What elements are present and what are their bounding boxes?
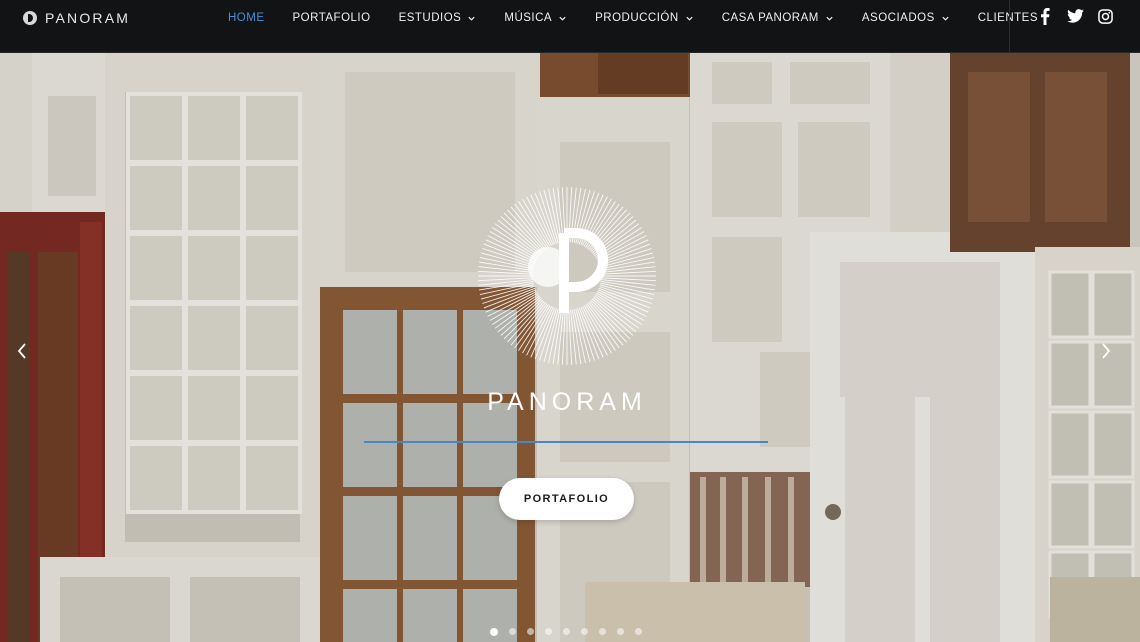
menu-item-casa-panoram[interactable]: CASA PANORAM: [708, 0, 848, 36]
menu-item-estudios[interactable]: ESTUDIOS: [385, 0, 491, 36]
chevron-down-icon: [942, 16, 949, 21]
slider-pagination: [490, 627, 642, 636]
panoram-emblem-icon: [478, 187, 656, 365]
slider-dot[interactable]: [490, 627, 498, 636]
menu-item-musica[interactable]: MÚSICA: [490, 0, 581, 36]
slider-dot[interactable]: [509, 628, 516, 635]
facebook-icon[interactable]: [1036, 7, 1054, 25]
slider-dot[interactable]: [545, 628, 552, 635]
chevron-left-icon[interactable]: [14, 340, 30, 362]
main-menu: HOME PORTAFOLIO ESTUDIOS MÚSICA PRODUCCI…: [214, 0, 1052, 36]
top-navbar: PANORAM HOME PORTAFOLIO ESTUDIOS MÚSICA …: [0, 0, 1140, 53]
chevron-down-icon: [826, 16, 833, 21]
chevron-down-icon: [559, 16, 566, 21]
slider-dot[interactable]: [581, 628, 588, 635]
instagram-icon[interactable]: [1096, 7, 1114, 25]
slider-dot[interactable]: [563, 628, 570, 635]
menu-item-asociados[interactable]: ASOCIADOS: [848, 0, 964, 36]
social-links: [1036, 7, 1114, 25]
twitter-icon[interactable]: [1066, 7, 1084, 25]
hero-slider: PANORAM PORTAFOLIO: [0, 52, 1140, 642]
menu-item-portafolio[interactable]: PORTAFOLIO: [279, 0, 385, 36]
slider-dot[interactable]: [599, 628, 606, 635]
menu-item-produccion[interactable]: PRODUCCIÓN: [581, 0, 708, 36]
slider-dot[interactable]: [635, 628, 642, 635]
hero-brand-title: PANORAM: [487, 388, 647, 416]
chevron-right-icon[interactable]: [1098, 340, 1114, 362]
menu-item-home[interactable]: HOME: [214, 0, 279, 36]
chevron-down-icon: [686, 16, 693, 21]
slider-dot[interactable]: [617, 628, 624, 635]
slider-dot[interactable]: [527, 628, 534, 635]
panoram-logo-icon: [23, 11, 37, 25]
logo-text: PANORAM: [45, 10, 131, 26]
nav-divider: [1009, 0, 1010, 52]
site-logo[interactable]: PANORAM: [23, 10, 130, 26]
hero-title-underline: [364, 441, 768, 443]
chevron-down-icon: [468, 16, 475, 21]
portafolio-button[interactable]: PORTAFOLIO: [499, 478, 634, 520]
